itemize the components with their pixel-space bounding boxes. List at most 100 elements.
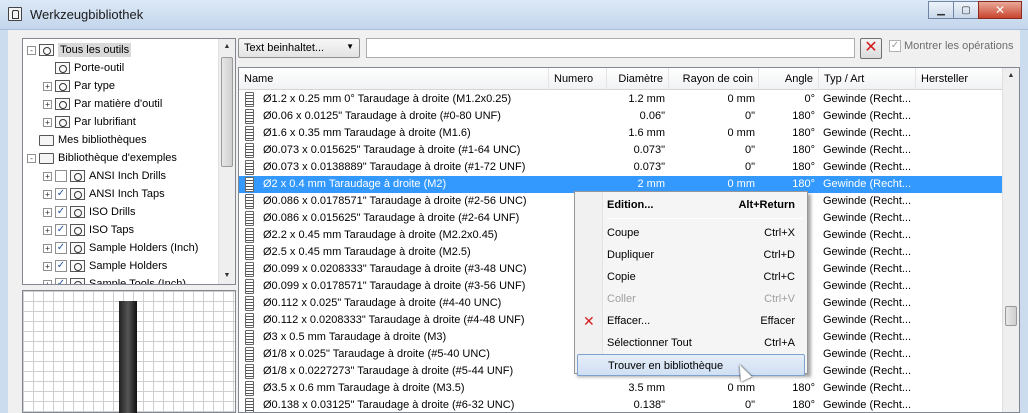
tree-item[interactable]: + ANSI Inch Drills [43,167,166,185]
filter-mode-select[interactable]: Text beinhaltet... ▼ [238,38,360,58]
show-operations-checkbox[interactable]: ✓ [889,40,901,52]
column-header-type[interactable]: Typ / Art [819,68,916,90]
menu-item[interactable]: Sélectionner Tout Ctrl+A [577,332,805,354]
filter-mode-value: Text beinhaltet... [244,42,325,54]
cell-name: Ø0.073 x 0.0138889" Taraudage à droite (… [263,161,526,173]
library-checkbox[interactable]: ✓ [55,206,67,218]
table-row[interactable]: Ø0.138 x 0.03125" Taraudage à droite (#6… [239,397,1004,412]
menu-item[interactable]: Coupe Ctrl+X [577,222,805,244]
column-header-rayon[interactable]: Rayon de coin [669,68,759,90]
menu-item[interactable]: Coller Ctrl+V [577,288,805,310]
column-header-angle[interactable]: Angle [759,68,819,90]
expand-icon[interactable]: + [43,261,52,271]
column-header-hersteller[interactable]: Hersteller [916,68,1004,90]
cell-rayon: 0" [744,161,755,173]
table-row[interactable]: Ø0.073 x 0.015625" Taraudage à droite (#… [239,142,1004,159]
cell-numero [549,91,607,108]
cell-name: Ø1.6 x 0.35 mm Taraudage à droite (M1.6) [263,127,471,139]
expand-icon[interactable]: + [43,99,52,109]
cell-rayon: 0 mm [727,382,756,394]
cell-name: Ø2 x 0.4 mm Taraudage à droite (M2) [263,178,447,190]
library-checkbox[interactable]: ✓ [55,278,67,284]
menu-item-shortcut: Effacer [760,315,795,327]
expand-icon[interactable]: + [43,189,52,199]
expand-icon[interactable]: + [43,81,52,91]
menu-item[interactable]: Dupliquer Ctrl+D [577,244,805,266]
expand-icon[interactable]: + [43,243,52,253]
tree-item[interactable]: + Par matière d'outil [43,95,162,113]
column-header-diametre[interactable]: Diamètre [607,68,669,90]
tree-item[interactable]: + ✓ ANSI Inch Taps [43,185,165,203]
menu-item[interactable]: Copie Ctrl+C [577,266,805,288]
cell-angle: 180° [792,399,815,411]
tree-item[interactable]: Mes bibliothèques [27,131,147,149]
expand-icon[interactable]: + [43,117,52,127]
coolant-icon [55,116,70,128]
column-header-name[interactable]: Name [239,68,549,90]
cell-type: Gewinde (Recht... [823,93,912,105]
library-icon [70,260,85,272]
scroll-thumb[interactable] [1005,306,1017,326]
tree-item[interactable]: - Tous les outils [27,41,132,59]
scroll-down-icon[interactable]: ▼ [219,268,235,284]
menu-item-label: Coller [607,293,636,305]
expand-icon[interactable]: + [43,171,52,181]
collapse-icon[interactable]: - [27,153,36,163]
menu-item-shortcut: Ctrl+X [764,227,795,239]
cell-name: Ø0.086 x 0.015625" Taraudage à droite (#… [263,212,520,224]
library-icon [70,170,85,182]
library-checkbox[interactable]: ✓ [55,260,67,272]
expand-icon[interactable]: + [43,207,52,217]
table-row[interactable]: Ø1.2 x 0.25 mm 0° Taraudage à droite (M1… [239,91,1004,108]
table-scrollbar[interactable]: ▲ [1002,68,1019,412]
library-checkbox[interactable] [55,170,67,182]
tree-item[interactable]: + ✓ Sample Holders [43,257,167,275]
tree-item[interactable]: + ✓ ISO Taps [43,221,134,239]
cell-type: Gewinde (Recht... [823,195,912,207]
search-input[interactable] [366,38,855,58]
tap-tool-icon [245,211,254,226]
expand-icon[interactable]: + [43,279,52,284]
tree-item[interactable]: + ✓ ISO Drills [43,203,135,221]
cell-angle: 180° [792,127,815,139]
column-header-numero[interactable]: Numero [549,68,607,90]
tree-item[interactable]: + ✓ Sample Tools (Inch) [43,275,186,284]
tap-tool-icon [245,262,254,277]
folder-icon [39,152,54,164]
cell-name: Ø0.099 x 0.0178571" Taraudage à droite (… [263,280,526,292]
cell-type: Gewinde (Recht... [823,110,912,122]
collapse-icon[interactable]: - [27,45,36,55]
tap-tool-icon [245,92,254,107]
menu-item[interactable]: Trouver en bibliothèque [577,354,805,376]
library-checkbox[interactable]: ✓ [55,242,67,254]
tree-scrollbar[interactable]: ▲ ▼ [218,39,235,284]
tree-item-label: ANSI Inch Drills [89,170,167,182]
table-row[interactable]: Ø0.06 x 0.0125" Taraudage à droite (#0-8… [239,108,1004,125]
menu-item[interactable]: ✕ Effacer... Effacer [577,310,805,332]
expand-icon[interactable]: + [43,225,52,235]
maximize-button[interactable]: ▢ [953,1,979,19]
scroll-up-icon[interactable]: ▲ [1003,68,1019,84]
library-checkbox[interactable]: ✓ [55,224,67,236]
cell-name: Ø3 x 0.5 mm Taraudage à droite (M3) [263,331,447,343]
tree-item[interactable]: + ✓ Sample Holders (Inch) [43,239,198,257]
tap-tool-icon [245,245,254,260]
close-button[interactable]: ✕ [978,1,1022,19]
library-checkbox[interactable]: ✓ [55,188,67,200]
clear-filter-button[interactable]: ✕ [860,38,882,59]
tree-item[interactable]: + Par lubrifiant [43,113,136,131]
table-row[interactable]: Ø1.6 x 0.35 mm Taraudage à droite (M1.6)… [239,125,1004,142]
cell-name: Ø0.086 x 0.0178571" Taraudage à droite (… [263,195,527,207]
tap-tool-icon [245,347,254,362]
tree-item[interactable]: + Par type [43,77,115,95]
minimize-button[interactable]: ▁ [928,1,954,19]
table-row[interactable]: Ø3.5 x 0.6 mm Taraudage à droite (M3.5) 3… [239,380,1004,397]
scroll-up-icon[interactable]: ▲ [219,39,235,55]
cell-diametre: 0.073" [633,161,665,173]
tree-item[interactable]: - Bibliothèque d'exemples [27,149,177,167]
tree-item[interactable]: Porte-outil [43,59,124,77]
scroll-thumb[interactable] [221,57,233,167]
show-operations-toggle[interactable]: ✓ Montrer les opérations [889,40,1013,52]
menu-item[interactable]: Edition... Alt+Return [577,194,805,216]
table-row[interactable]: Ø0.073 x 0.0138889" Taraudage à droite (… [239,159,1004,176]
